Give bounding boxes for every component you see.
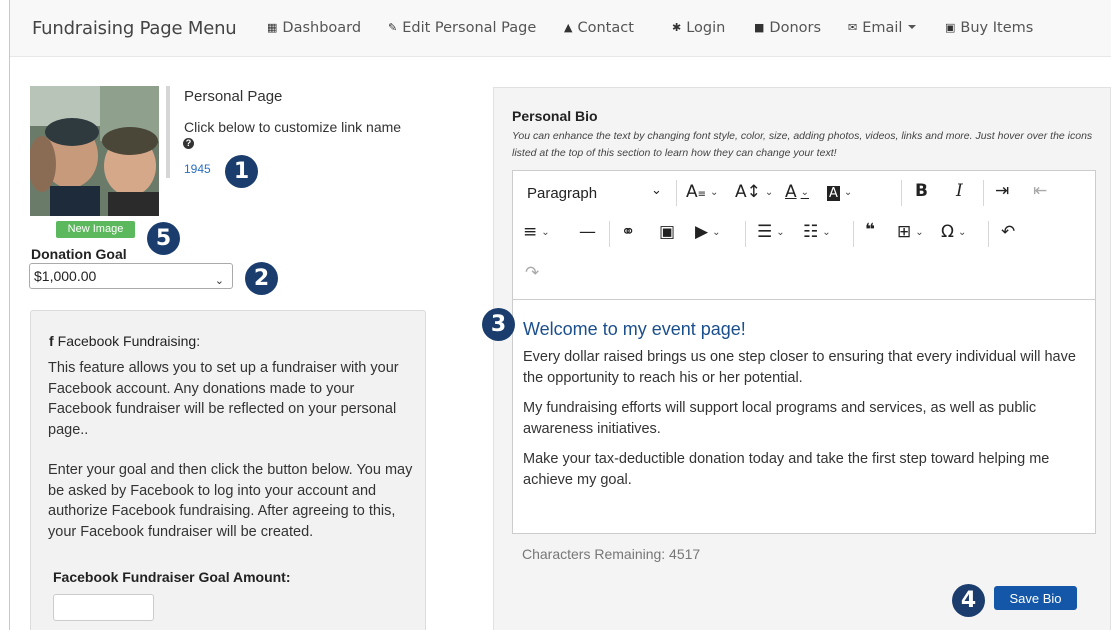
facebook-icon: f (49, 333, 54, 349)
chevron-down-icon: ⌄ (214, 275, 224, 287)
chevron-down-icon[interactable]: ⌄ (651, 183, 662, 198)
nav-contact[interactable]: ▲ Contact (564, 20, 634, 36)
rich-text-editor: Paragraph ⌄ A≡ ⌄ A↕ ⌄ A ⌄ A ⌄ B I ⇥ ⇤ ≡ ⌄ — ⚭… (512, 170, 1096, 534)
numbered-list-icon[interactable]: ☷ ⌄ (803, 222, 831, 242)
new-image-button[interactable]: New Image (56, 221, 135, 238)
font-size-icon[interactable]: A↕ ⌄ (735, 182, 773, 202)
personal-bio-panel: Personal Bio You can enhance the text by… (493, 87, 1111, 630)
nav-buy-items[interactable]: ▣ Buy Items (945, 20, 1033, 36)
bio-paragraph-1: Every dollar raised brings us one step c… (523, 349, 1076, 386)
briefcase-icon: ■ (754, 21, 765, 34)
callout-badge-4: 4 (952, 584, 985, 617)
image-icon[interactable]: ▣ (659, 222, 675, 242)
characters-remaining: Characters Remaining: 4517 (522, 546, 701, 562)
nav-edit-personal-page[interactable]: ✎ Edit Personal Page (388, 20, 536, 36)
personal-page-title: Personal Page (184, 88, 283, 105)
background-color-icon[interactable]: A ⌄ (827, 182, 852, 202)
editor-toolbar: Paragraph ⌄ A≡ ⌄ A↕ ⌄ A ⌄ A ⌄ B I ⇥ ⇤ ≡ ⌄ — ⚭… (513, 171, 1095, 300)
link-icon[interactable]: ⚭ (621, 222, 635, 242)
bio-heading: Welcome to my event page! (523, 319, 746, 339)
bold-icon[interactable]: B (915, 181, 928, 201)
bio-paragraph-3: Make your tax-deductible donation today … (523, 451, 1050, 488)
horizontal-rule-icon[interactable]: — (579, 222, 596, 242)
facebook-goal-input[interactable] (53, 594, 154, 621)
callout-badge-2: 2 (245, 262, 278, 295)
indent-icon[interactable]: ⇥ (995, 181, 1009, 201)
profile-photo-image (30, 86, 159, 216)
special-character-icon[interactable]: Ω ⌄ (941, 222, 966, 242)
outdent-icon[interactable]: ⇤ (1033, 181, 1047, 201)
font-family-icon[interactable]: A≡ ⌄ (686, 182, 718, 202)
table-icon[interactable]: ⊞ ⌄ (897, 222, 924, 242)
bullet-list-icon[interactable]: ☰ ⌄ (757, 222, 785, 242)
facebook-description-2: Enter your goal and then click the butto… (48, 462, 413, 540)
italic-icon[interactable]: I (956, 181, 963, 201)
facebook-description-1: This feature allows you to set up a fund… (48, 360, 399, 438)
envelope-icon: ✉ (848, 21, 858, 34)
question-icon[interactable]: ? (183, 138, 194, 149)
profile-divider (166, 86, 170, 178)
video-icon[interactable]: ▶ ⌄ (695, 222, 720, 242)
navbar-brand[interactable]: Fundraising Page Menu (32, 18, 237, 39)
bio-paragraph-2: My fundraising efforts will support loca… (523, 400, 1037, 437)
nav-email-dropdown[interactable]: ✉ Email (848, 20, 917, 36)
nav-dashboard[interactable]: ▦ Dashboard (267, 20, 361, 36)
donation-goal-label: Donation Goal (31, 246, 127, 262)
top-navbar: Fundraising Page Menu ▦ Dashboard ✎ Edit P… (10, 0, 1111, 57)
paragraph-style-dropdown[interactable]: Paragraph (527, 185, 597, 202)
money-icon: ▣ (945, 21, 956, 34)
donation-goal-select[interactable]: $1,000.00 ⌄ (29, 263, 233, 289)
facebook-fundraising-title: f Facebook Fundraising: (49, 333, 201, 349)
align-icon[interactable]: ≡ ⌄ (523, 222, 550, 242)
personal-bio-help: You can enhance the text by changing fon… (512, 130, 1093, 159)
chevron-down-icon (908, 25, 917, 29)
text-color-icon[interactable]: A ⌄ (785, 182, 809, 202)
callout-badge-5: 5 (147, 222, 180, 255)
callout-badge-3: 3 (482, 308, 515, 341)
callout-badge-1: 1 (225, 155, 258, 188)
personal-bio-title: Personal Bio (512, 108, 598, 124)
undo-icon[interactable]: ↶ (1001, 222, 1015, 242)
page-left-border (9, 0, 10, 630)
customize-link-hint: Click below to customize link name (184, 119, 402, 135)
pencil-icon: ✎ (388, 21, 398, 34)
personal-page-link[interactable]: 1945 (184, 162, 211, 176)
blockquote-icon[interactable]: ❝ (865, 220, 875, 240)
redo-icon[interactable]: ↷ (525, 263, 539, 283)
grid-icon: ▦ (267, 21, 278, 34)
profile-photo (30, 86, 159, 216)
user-icon: ▲ (564, 21, 573, 34)
nav-donors[interactable]: ■ Donors (754, 20, 821, 36)
facebook-goal-label: Facebook Fundraiser Goal Amount: (53, 569, 291, 585)
save-bio-button[interactable]: Save Bio (994, 586, 1077, 610)
nav-login[interactable]: ✱ Login (672, 20, 725, 36)
asterisk-icon: ✱ (672, 21, 682, 34)
facebook-fundraising-panel: f Facebook Fundraising: This feature allo… (30, 310, 426, 630)
